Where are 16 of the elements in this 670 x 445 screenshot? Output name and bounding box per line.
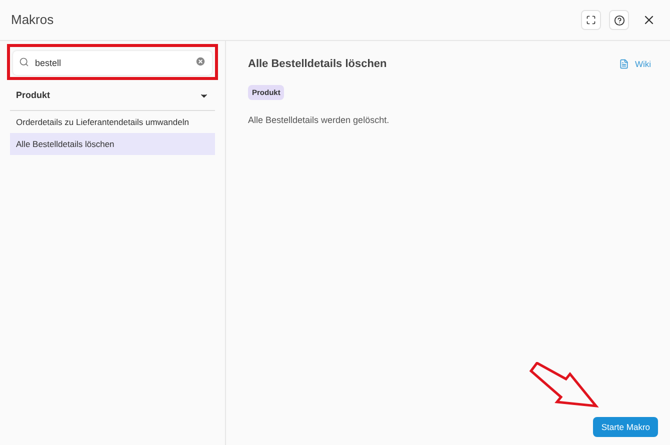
macro-description: Alle Bestelldetails werden gelöscht. — [248, 114, 390, 127]
window-title: Makros — [11, 11, 54, 30]
help-icon — [614, 14, 624, 26]
start-macro-button[interactable]: Starte Makro — [593, 417, 658, 437]
help-button[interactable] — [609, 10, 629, 30]
fullscreen-icon — [586, 15, 596, 25]
search-field[interactable]: bestell — [13, 51, 212, 75]
group-header[interactable]: Produkt — [10, 81, 215, 111]
macro-list-item[interactable]: Orderdetails zu Lieferantendetails umwandeln — [10, 111, 215, 133]
macro-title: Alle Bestelldetails löschen — [248, 57, 387, 72]
fullscreen-button[interactable] — [581, 10, 601, 30]
close-icon — [642, 13, 656, 27]
clear-icon[interactable] — [195, 56, 206, 67]
macro-list-item[interactable]: Alle Bestelldetails löschen — [10, 133, 215, 155]
document-icon — [618, 59, 629, 70]
search-icon — [19, 57, 29, 67]
